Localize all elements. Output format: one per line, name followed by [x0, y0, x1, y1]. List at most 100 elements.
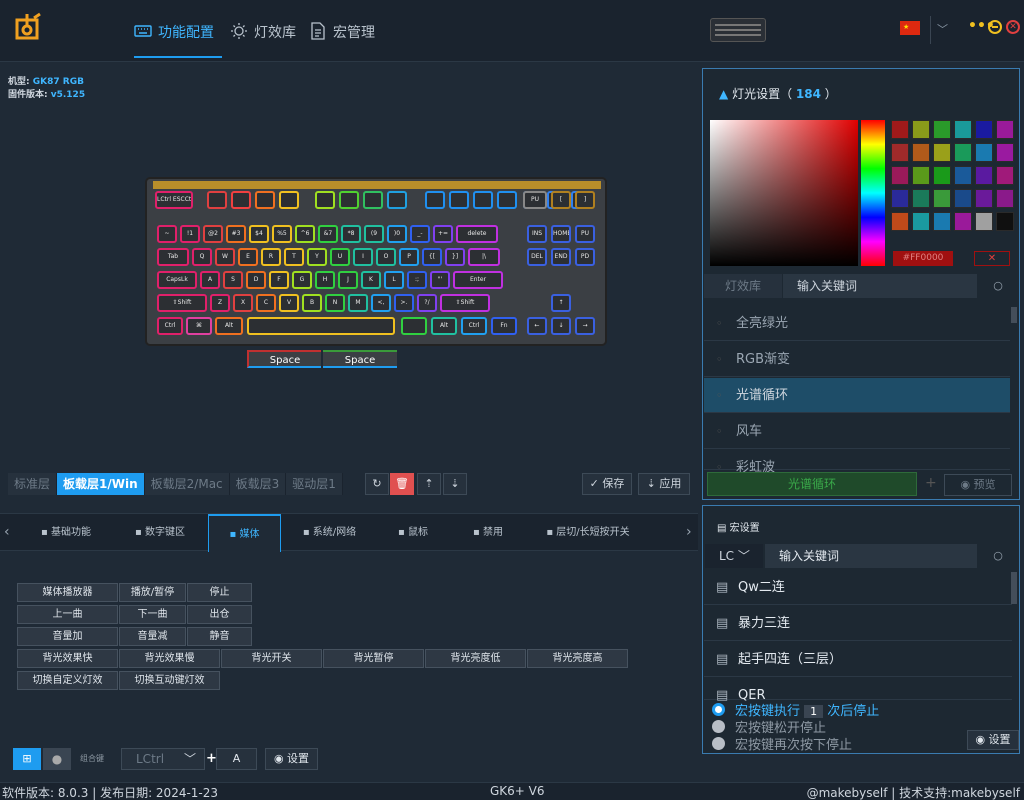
- key-row3-0[interactable]: CapsLk: [157, 271, 197, 289]
- delete-icon[interactable]: 🗑: [390, 473, 414, 495]
- key-row4-9[interactable]: >.: [394, 294, 414, 312]
- color-swatch[interactable]: [954, 143, 972, 162]
- key-f9[interactable]: [425, 191, 445, 209]
- key-bracket-left[interactable]: [: [551, 191, 571, 209]
- key-f5[interactable]: [315, 191, 335, 209]
- key-nav-3[interactable]: DEL: [527, 248, 547, 266]
- key-f12[interactable]: [497, 191, 517, 209]
- color-swatch[interactable]: [891, 143, 909, 162]
- key-f10[interactable]: [449, 191, 469, 209]
- color-swatch[interactable]: [996, 143, 1014, 162]
- key-row5-0[interactable]: Ctrl: [157, 317, 183, 335]
- layer-tab-4[interactable]: 驱动层1: [286, 473, 343, 495]
- download-icon[interactable]: ⇣: [443, 473, 467, 495]
- key-row2-8[interactable]: I: [353, 248, 373, 266]
- key-row3-5[interactable]: G: [292, 271, 312, 289]
- category-tab-5[interactable]: ▪ 禁用: [448, 514, 528, 552]
- key-row4-10[interactable]: ?/: [417, 294, 437, 312]
- macro-settings-button[interactable]: ◉ 设置: [967, 730, 1019, 750]
- effect-item-1[interactable]: ◦ RGB渐变: [704, 342, 1010, 377]
- key-row2-0[interactable]: Tab: [157, 248, 189, 266]
- key-row2-5[interactable]: T: [284, 248, 304, 266]
- key-f8[interactable]: [387, 191, 407, 209]
- macro-item-2[interactable]: ▤ 起手四连（三层）: [704, 642, 1012, 677]
- windows-icon[interactable]: ⊞: [13, 748, 41, 770]
- key-row3-3[interactable]: D: [246, 271, 266, 289]
- key-row4-6[interactable]: N: [325, 294, 345, 312]
- category-tab-6[interactable]: ▪ 层切/长短按开关: [528, 514, 648, 552]
- macro-group-select[interactable]: LC ﹀: [705, 544, 763, 568]
- key-row5-6[interactable]: Ctrl: [461, 317, 487, 335]
- key-row4-1[interactable]: Z: [210, 294, 230, 312]
- color-swatch[interactable]: [975, 189, 993, 208]
- key-row2-13[interactable]: |\: [468, 248, 500, 266]
- tab-light-library[interactable]: 灯效库: [230, 14, 300, 58]
- key-row1-2[interactable]: @2: [203, 225, 223, 243]
- key-f2[interactable]: [231, 191, 251, 209]
- key-row5-7[interactable]: Fn: [491, 317, 517, 335]
- key-row4-2[interactable]: X: [233, 294, 253, 312]
- key-row3-10[interactable]: :;: [407, 271, 427, 289]
- key-row3-1[interactable]: A: [200, 271, 220, 289]
- clear-color-button[interactable]: ✕: [974, 251, 1010, 266]
- scroll-right-icon[interactable]: ›: [686, 524, 692, 540]
- color-swatch[interactable]: [954, 120, 972, 139]
- key-row1-5[interactable]: %5: [272, 225, 292, 243]
- media-button-row1-1[interactable]: 播放/暂停: [119, 583, 186, 602]
- search-icon[interactable]: ○: [983, 274, 1013, 298]
- media-button-row4-5[interactable]: 背光亮度高: [527, 649, 628, 668]
- radio-press-again-stop[interactable]: [712, 737, 725, 750]
- keyboard-thumbnail[interactable]: [710, 18, 766, 42]
- key-row2-7[interactable]: U: [330, 248, 350, 266]
- key-row5-1[interactable]: ⌘: [186, 317, 212, 335]
- media-button-row2-1[interactable]: 下一曲: [119, 605, 186, 624]
- chevron-down-icon[interactable]: ﹀: [930, 16, 954, 44]
- key-row1-6[interactable]: ^6: [295, 225, 315, 243]
- key-f7[interactable]: [363, 191, 383, 209]
- plus-icon[interactable]: +: [925, 475, 937, 491]
- key-row3-4[interactable]: F: [269, 271, 289, 289]
- key-row4-8[interactable]: <,: [371, 294, 391, 312]
- preview-button[interactable]: ◉ 预览: [944, 474, 1012, 496]
- refresh-icon[interactable]: ↻: [365, 473, 389, 495]
- key-row3-9[interactable]: L: [384, 271, 404, 289]
- color-swatch[interactable]: [996, 212, 1014, 231]
- color-swatch[interactable]: [996, 120, 1014, 139]
- media-button-row3-1[interactable]: 音量减: [119, 627, 186, 646]
- key-row1-0[interactable]: ~: [157, 225, 177, 243]
- effect-search-input[interactable]: 输入关键词: [783, 274, 977, 298]
- key-row5-2[interactable]: Alt: [215, 317, 243, 335]
- key-nav-4[interactable]: END: [551, 248, 571, 266]
- media-button-row1-0[interactable]: 媒体播放器: [17, 583, 118, 602]
- key-row3-8[interactable]: K: [361, 271, 381, 289]
- layer-tab-3[interactable]: 板载层3: [229, 473, 287, 495]
- key-row1-4[interactable]: $4: [249, 225, 269, 243]
- key-row3-6[interactable]: H: [315, 271, 335, 289]
- key-row1-11[interactable]: _-: [410, 225, 430, 243]
- apply-button[interactable]: ⇣ 应用: [638, 473, 690, 495]
- key-row4-4[interactable]: V: [279, 294, 299, 312]
- media-button-row5-0[interactable]: 切换自定义灯效: [17, 671, 118, 690]
- key-nav-0[interactable]: INS: [527, 225, 547, 243]
- key-row1-12[interactable]: +=: [433, 225, 453, 243]
- color-picker-area[interactable]: [710, 120, 858, 266]
- close-icon[interactable]: ✕: [1006, 20, 1020, 34]
- radio-release-stop[interactable]: [712, 720, 725, 733]
- color-swatch[interactable]: [975, 143, 993, 162]
- media-button-row3-2[interactable]: 静音: [187, 627, 252, 646]
- key-row3-11[interactable]: "': [430, 271, 450, 289]
- key-row5-5[interactable]: Alt: [431, 317, 457, 335]
- color-swatch[interactable]: [933, 212, 951, 231]
- color-swatch[interactable]: [933, 189, 951, 208]
- scroll-left-icon[interactable]: ‹: [4, 524, 10, 540]
- effect-item-3[interactable]: ◦ 风车: [704, 414, 1010, 449]
- key-row5-4[interactable]: [401, 317, 427, 335]
- key-row1-7[interactable]: &7: [318, 225, 338, 243]
- color-swatch[interactable]: [954, 189, 972, 208]
- key-row2-2[interactable]: W: [215, 248, 235, 266]
- color-swatch[interactable]: [912, 166, 930, 185]
- key-fn-macro[interactable]: LCtrl ESCCtrl: [155, 191, 193, 209]
- media-button-row4-0[interactable]: 背光效果快: [17, 649, 118, 668]
- key-row2-1[interactable]: Q: [192, 248, 212, 266]
- color-swatch[interactable]: [954, 166, 972, 185]
